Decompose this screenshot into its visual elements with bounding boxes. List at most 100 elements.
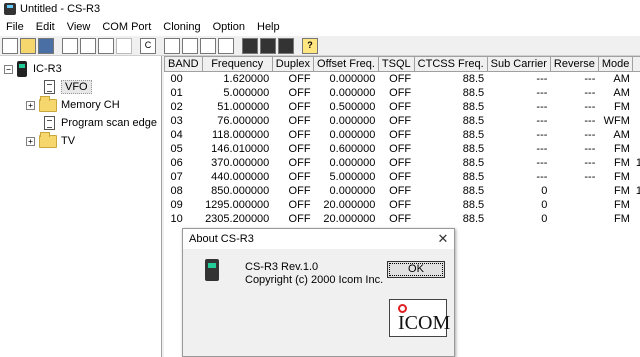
cell-band[interactable]: 09 <box>165 198 203 212</box>
cell-tsql[interactable]: OFF <box>378 212 414 226</box>
cell-ctcss-freq[interactable]: 88.5 <box>414 128 487 142</box>
cell-mode[interactable]: WFM <box>598 114 633 128</box>
cell-reverse[interactable]: --- <box>550 142 598 156</box>
cell-band[interactable]: 05 <box>165 142 203 156</box>
cell-band[interactable]: 02 <box>165 100 203 114</box>
menu-edit[interactable]: Edit <box>30 21 61 33</box>
cell-duplex[interactable]: OFF <box>272 100 313 114</box>
cell-ctcss-freq[interactable]: 88.5 <box>414 198 487 212</box>
new-file-icon[interactable] <box>2 37 18 54</box>
menu-com-port[interactable]: COM Port <box>96 21 157 33</box>
cell-ts[interactable]: 25k <box>633 198 640 212</box>
cell-band[interactable]: 06 <box>165 156 203 170</box>
cut-icon[interactable] <box>62 37 78 54</box>
cell-duplex[interactable]: OFF <box>272 114 313 128</box>
cell-ctcss-freq[interactable]: 88.5 <box>414 184 487 198</box>
cell-sub-carrier[interactable]: --- <box>487 128 550 142</box>
col-reverse[interactable]: Reverse <box>549 56 599 72</box>
cell-reverse[interactable] <box>550 184 598 198</box>
cell-frequency[interactable]: 118.000000 <box>202 128 272 142</box>
cell-reverse[interactable]: --- <box>550 100 598 114</box>
cell-ctcss-freq[interactable]: 88.5 <box>414 170 487 184</box>
cell-ctcss-freq[interactable]: 88.5 <box>414 100 487 114</box>
cell-sub-carrier[interactable]: --- <box>487 170 550 184</box>
cell-ctcss-freq[interactable]: 88.5 <box>414 142 487 156</box>
radio-transfer-icon-1[interactable] <box>242 37 258 54</box>
cell-band[interactable]: 03 <box>165 114 203 128</box>
cell-ts[interactable]: 50k <box>633 114 640 128</box>
cell-mode[interactable]: FM <box>598 100 633 114</box>
cell-mode[interactable]: AM <box>598 86 633 100</box>
cell-frequency[interactable]: 850.000000 <box>202 184 272 198</box>
cell-tsql[interactable]: OFF <box>378 184 414 198</box>
col-offset-freq[interactable]: Offset Freq. <box>313 56 379 72</box>
clone-icon-4[interactable] <box>218 37 234 54</box>
open-folder-icon[interactable] <box>20 37 36 54</box>
expand-icon[interactable]: + <box>26 136 35 146</box>
cell-frequency[interactable]: 51.000000 <box>202 100 272 114</box>
erase-icon[interactable] <box>116 37 132 54</box>
cell-offset-freq[interactable]: 0.000000 <box>314 114 379 128</box>
cell-ctcss-freq[interactable]: 88.5 <box>414 212 487 226</box>
radio-transfer-icon-2[interactable] <box>260 37 276 54</box>
table-row[interactable]: 102305.200000OFF20.000000OFF88.50FM25k <box>165 212 640 226</box>
tree-item-memory-ch[interactable]: + Memory CH <box>26 95 120 114</box>
cell-frequency[interactable]: 146.010000 <box>202 142 272 156</box>
copy-icon[interactable] <box>80 37 96 54</box>
cell-duplex[interactable]: OFF <box>272 184 313 198</box>
cell-frequency[interactable]: 1.620000 <box>202 72 272 86</box>
cell-frequency[interactable]: 76.000000 <box>202 114 272 128</box>
radio-transfer-icon-3[interactable] <box>278 37 294 54</box>
cell-sub-carrier[interactable]: 0 <box>487 184 550 198</box>
close-icon[interactable]: ✕ <box>432 231 454 247</box>
cell-frequency[interactable]: 5.000000 <box>202 86 272 100</box>
c-icon[interactable]: C <box>140 37 156 54</box>
table-row[interactable]: 091295.000000OFF20.000000OFF88.50FM25k <box>165 198 640 212</box>
cell-offset-freq[interactable]: 0.500000 <box>314 100 379 114</box>
cell-duplex[interactable]: OFF <box>272 86 313 100</box>
cell-offset-freq[interactable]: 0.000000 <box>314 86 379 100</box>
expand-icon[interactable]: + <box>26 100 35 110</box>
col-ctcss-freq[interactable]: CTCSS Freq. <box>413 56 488 72</box>
cell-ts[interactable]: 5k <box>633 86 640 100</box>
cell-mode[interactable]: FM <box>598 170 633 184</box>
table-row[interactable]: 05146.010000OFF0.600000OFF88.5------FM15… <box>165 142 640 156</box>
clone-write-icon[interactable] <box>182 37 198 54</box>
cell-ctcss-freq[interactable]: 88.5 <box>414 86 487 100</box>
cell-tsql[interactable]: OFF <box>378 170 414 184</box>
cell-band[interactable]: 01 <box>165 86 203 100</box>
cell-offset-freq[interactable]: 20.000000 <box>314 198 379 212</box>
cell-band[interactable]: 07 <box>165 170 203 184</box>
cell-ts[interactable]: 10k <box>633 72 640 86</box>
cell-frequency[interactable]: 1295.000000 <box>202 198 272 212</box>
cell-reverse[interactable]: --- <box>550 170 598 184</box>
clone-read-icon[interactable] <box>164 37 180 54</box>
cell-duplex[interactable]: OFF <box>272 198 313 212</box>
table-row[interactable]: 015.000000OFF0.000000OFF88.5------AM5k <box>165 86 640 100</box>
cell-tsql[interactable]: OFF <box>378 198 414 212</box>
cell-reverse[interactable] <box>550 198 598 212</box>
cell-tsql[interactable]: OFF <box>378 142 414 156</box>
cell-tsql[interactable]: OFF <box>378 114 414 128</box>
cell-duplex[interactable]: OFF <box>272 212 313 226</box>
col-duplex[interactable]: Duplex <box>271 56 315 72</box>
cell-offset-freq[interactable]: 20.000000 <box>314 212 379 226</box>
cell-frequency[interactable]: 370.000000 <box>202 156 272 170</box>
cell-offset-freq[interactable]: 0.600000 <box>314 142 379 156</box>
col-ts[interactable]: TS <box>632 56 640 72</box>
cell-mode[interactable]: FM <box>598 184 633 198</box>
cell-tsql[interactable]: OFF <box>378 100 414 114</box>
col-mode[interactable]: Mode <box>597 56 634 72</box>
cell-tsql[interactable]: OFF <box>378 72 414 86</box>
tree-item-program-scan-edge[interactable]: Program scan edge <box>44 114 157 132</box>
cell-sub-carrier[interactable]: 0 <box>487 198 550 212</box>
cell-sub-carrier[interactable]: --- <box>487 72 550 86</box>
cell-ctcss-freq[interactable]: 88.5 <box>414 156 487 170</box>
cell-reverse[interactable]: --- <box>550 86 598 100</box>
table-row[interactable]: 0376.000000OFF0.000000OFF88.5------WFM50… <box>165 114 640 128</box>
cell-mode[interactable]: FM <box>598 198 633 212</box>
col-sub-carrier[interactable]: Sub Carrier <box>486 56 551 72</box>
cell-ts[interactable]: 12.5k <box>633 184 640 198</box>
cell-mode[interactable]: FM <box>598 156 633 170</box>
cell-frequency[interactable]: 2305.200000 <box>202 212 272 226</box>
